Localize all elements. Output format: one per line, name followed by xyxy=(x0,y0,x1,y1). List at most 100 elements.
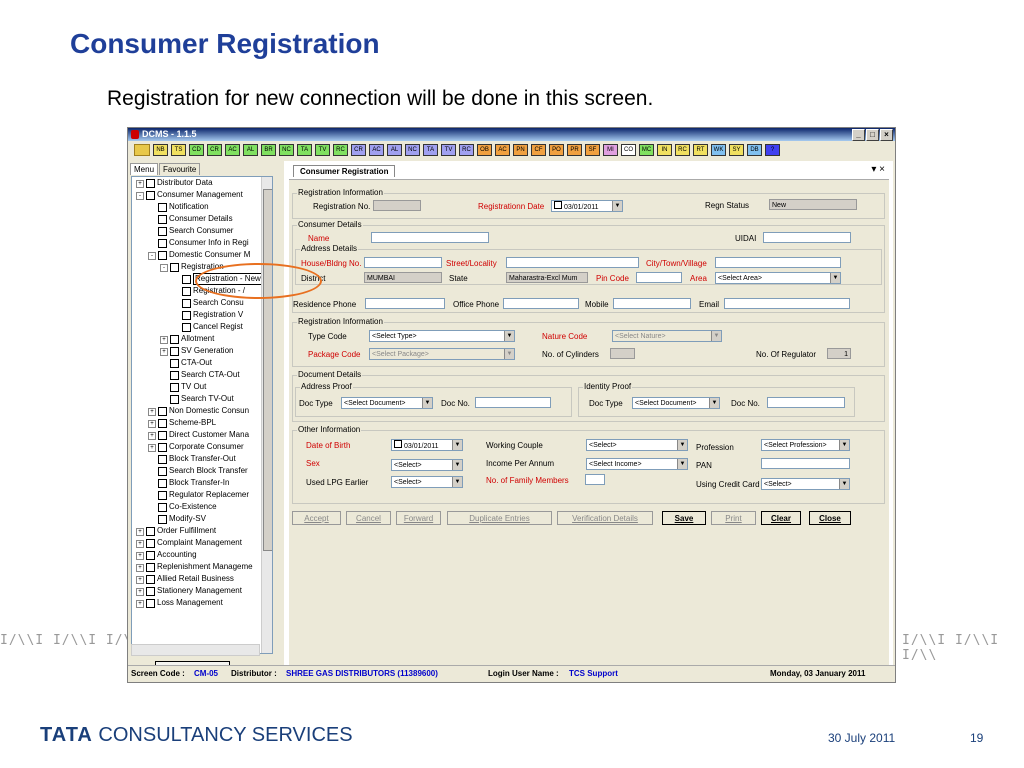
tree-item[interactable]: TV Out xyxy=(132,381,272,393)
checkbox-icon[interactable] xyxy=(394,440,402,448)
checkbox-icon[interactable] xyxy=(158,479,167,488)
sex-select[interactable]: <Select> ▼ xyxy=(391,459,463,471)
checkbox-icon[interactable] xyxy=(158,227,167,236)
checkbox-icon[interactable] xyxy=(170,383,179,392)
checkbox-icon[interactable] xyxy=(146,527,155,536)
mobile-input[interactable] xyxy=(613,298,691,309)
chevron-down-icon[interactable]: ▼ xyxy=(452,440,462,450)
checkbox-icon[interactable] xyxy=(146,539,155,548)
checkbox-icon[interactable] xyxy=(158,431,167,440)
checkbox-icon[interactable] xyxy=(158,515,167,524)
save-button[interactable]: Save xyxy=(662,511,706,525)
checkbox-icon[interactable] xyxy=(146,179,155,188)
residence-phone-input[interactable] xyxy=(365,298,445,309)
expand-icon[interactable]: + xyxy=(136,576,144,584)
checkbox-icon[interactable] xyxy=(146,599,155,608)
expand-icon[interactable]: + xyxy=(136,540,144,548)
tree-item[interactable]: + Complaint Management xyxy=(132,537,272,549)
expand-icon[interactable]: + xyxy=(136,588,144,596)
type-code-select[interactable]: <Select Type> ▼ xyxy=(369,330,515,342)
toolbar-button[interactable]: OB xyxy=(477,144,492,156)
checkbox-icon[interactable] xyxy=(146,191,155,200)
toolbar-button[interactable]: PR xyxy=(567,144,582,156)
cancel-button[interactable]: Cancel xyxy=(346,511,391,525)
tree-item[interactable]: + Corporate Consumer xyxy=(132,441,272,453)
used-lpg-select[interactable]: <Select> ▼ xyxy=(391,476,463,488)
chevron-down-icon[interactable]: ▼ xyxy=(839,479,849,489)
chevron-down-icon[interactable]: ▼ xyxy=(677,440,687,450)
expand-icon[interactable]: + xyxy=(160,348,168,356)
toolbar-button[interactable]: DB xyxy=(747,144,762,156)
tree-item[interactable]: Co-Existence xyxy=(132,501,272,513)
close-button[interactable]: Close xyxy=(809,511,851,525)
address-doc-no-input[interactable] xyxy=(475,397,551,408)
checkbox-icon[interactable] xyxy=(158,215,167,224)
checkbox-icon[interactable] xyxy=(170,371,179,380)
toolbar-button[interactable]: CO xyxy=(621,144,636,156)
forward-button[interactable]: Forward xyxy=(396,511,441,525)
tree-item[interactable]: Regulator Replacemer xyxy=(132,489,272,501)
expand-icon[interactable]: + xyxy=(148,432,156,440)
checkbox-icon[interactable] xyxy=(146,587,155,596)
toolbar-button[interactable]: AC xyxy=(225,144,240,156)
toolbar-button[interactable]: MC xyxy=(639,144,654,156)
chevron-down-icon[interactable]: ▼ xyxy=(452,460,462,470)
chevron-down-icon[interactable]: ▼ xyxy=(830,273,840,283)
chevron-down-icon[interactable]: ▼ xyxy=(839,440,849,450)
tree-item[interactable]: + Loss Management xyxy=(132,597,272,609)
address-doc-type-select[interactable]: <Select Document> ▼ xyxy=(341,397,433,409)
toolbar-button[interactable]: RT xyxy=(693,144,708,156)
checkbox-icon[interactable] xyxy=(158,455,167,464)
toolbar-button[interactable]: AL xyxy=(387,144,402,156)
chevron-down-icon[interactable]: ▼ xyxy=(452,477,462,487)
toolbar-button[interactable]: RC xyxy=(675,144,690,156)
expand-icon[interactable]: + xyxy=(148,420,156,428)
income-select[interactable]: <Select Income> ▼ xyxy=(586,458,688,470)
verification-details-button[interactable]: Verification Details xyxy=(557,511,653,525)
checkbox-icon[interactable] xyxy=(182,323,191,332)
email-input[interactable] xyxy=(724,298,850,309)
checkbox-icon[interactable] xyxy=(182,287,191,296)
tree-item[interactable]: Modify-SV xyxy=(132,513,272,525)
toolbar-button[interactable]: SY xyxy=(729,144,744,156)
toolbar-button[interactable]: NB xyxy=(153,144,168,156)
chevron-down-icon[interactable]: ▼ xyxy=(422,398,432,408)
toolbar-button[interactable]: IN xyxy=(657,144,672,156)
minimize-button[interactable]: _ xyxy=(852,129,865,141)
collapse-icon[interactable]: - xyxy=(160,264,168,272)
city-input[interactable] xyxy=(715,257,841,268)
tree-item[interactable]: Registration V xyxy=(132,309,272,321)
working-couple-select[interactable]: <Select> ▼ xyxy=(586,439,688,451)
chevron-down-icon[interactable]: ▼ xyxy=(709,398,719,408)
maximize-button[interactable]: □ xyxy=(866,129,879,141)
expand-icon[interactable]: + xyxy=(148,444,156,452)
toolbar-button[interactable]: WK xyxy=(711,144,726,156)
tree-item[interactable]: Search Consumer xyxy=(132,225,272,237)
checkbox-icon[interactable] xyxy=(158,407,167,416)
package-code-select[interactable]: <Select Package> ▼ xyxy=(369,348,515,360)
checkbox-icon[interactable] xyxy=(158,503,167,512)
toolbar-button[interactable]: AC xyxy=(495,144,510,156)
clear-button[interactable]: Clear xyxy=(761,511,801,525)
reg-date-picker[interactable]: 03/01/2011 ▼ xyxy=(551,200,623,212)
toolbar-button[interactable]: RC xyxy=(459,144,474,156)
print-button[interactable]: Print xyxy=(711,511,756,525)
expand-icon[interactable]: + xyxy=(136,528,144,536)
toolbar-button[interactable]: MI xyxy=(603,144,618,156)
name-input[interactable] xyxy=(371,232,489,243)
pin-input[interactable] xyxy=(636,272,682,283)
tree-item[interactable]: Search CTA-Out xyxy=(132,369,272,381)
expand-icon[interactable]: + xyxy=(148,408,156,416)
tree-item[interactable]: + Allotment xyxy=(132,333,272,345)
expand-icon[interactable]: + xyxy=(160,336,168,344)
expand-icon[interactable]: + xyxy=(136,180,144,188)
dob-picker[interactable]: 03/01/2011 ▼ xyxy=(391,439,463,451)
toolbar-button[interactable]: TS xyxy=(171,144,186,156)
checkbox-icon[interactable] xyxy=(170,359,179,368)
checkbox-icon[interactable] xyxy=(146,551,155,560)
checkbox-icon[interactable] xyxy=(170,347,179,356)
toolbar-button[interactable]: PN xyxy=(513,144,528,156)
toolbar-button[interactable]: CD xyxy=(189,144,204,156)
checkbox-icon[interactable] xyxy=(158,239,167,248)
nature-code-select[interactable]: <Select Nature> ▼ xyxy=(612,330,722,342)
